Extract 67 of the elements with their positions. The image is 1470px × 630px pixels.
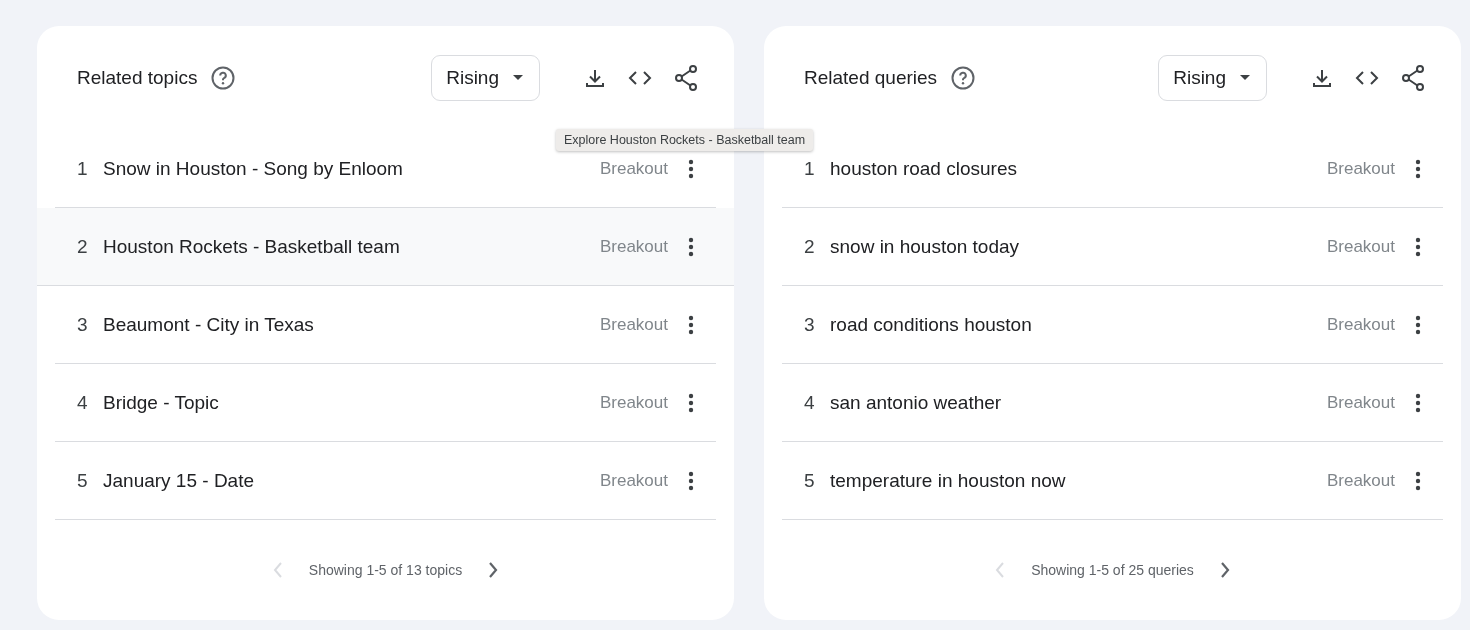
filter-dropdown[interactable]: Rising	[1158, 55, 1267, 101]
panel-title: Related topics	[77, 67, 198, 89]
more-icon[interactable]	[688, 392, 694, 413]
next-page-icon[interactable]	[1219, 562, 1230, 578]
row-label: January 15 - Date	[103, 469, 256, 492]
list-row[interactable]: 3 Beaumont - City in Texas Breakout	[55, 286, 716, 364]
more-icon[interactable]	[1415, 470, 1421, 491]
more-icon[interactable]	[1415, 314, 1421, 335]
caret-icon[interactable]	[1240, 75, 1250, 81]
row-label: road conditions houston	[830, 313, 1033, 336]
more-icon[interactable]	[688, 470, 694, 491]
rank-number: 4	[804, 391, 816, 414]
more-icon[interactable]	[1415, 236, 1421, 257]
list-row[interactable]: 2 snow in houston today Breakout	[782, 208, 1443, 286]
share-icon[interactable]	[1401, 65, 1425, 91]
row-label: temperature in houston now	[830, 469, 1067, 492]
row-label: Beaumont - City in Texas	[103, 313, 315, 336]
breakout-value: Breakout	[1326, 314, 1395, 335]
download-icon[interactable]	[1311, 67, 1333, 89]
breakout-value: Breakout	[1326, 392, 1395, 413]
list-row[interactable]: 4 san antonio weather Breakout	[782, 364, 1443, 442]
rank-number: 5	[804, 469, 816, 492]
breakout-value: Breakout	[599, 236, 668, 257]
share-icon[interactable]	[674, 65, 698, 91]
pagination-text: Showing 1-5 of 25 queries	[1031, 562, 1194, 578]
more-icon[interactable]	[1415, 158, 1421, 179]
breakout-value: Breakout	[599, 314, 668, 335]
rank-number: 5	[77, 469, 89, 492]
breakout-value: Breakout	[1326, 470, 1395, 491]
row-label: Houston Rockets - Basketball team	[103, 235, 401, 258]
filter-dropdown[interactable]: Rising	[431, 55, 540, 101]
rank-number: 1	[77, 157, 89, 180]
embed-code-icon[interactable]	[1355, 70, 1379, 86]
more-icon[interactable]	[688, 236, 694, 257]
list-row[interactable]: 3 road conditions houston Breakout	[782, 286, 1443, 364]
rank-number: 1	[804, 157, 816, 180]
row-label: Bridge - Topic	[103, 391, 220, 414]
download-icon[interactable]	[584, 67, 606, 89]
embed-code-icon[interactable]	[628, 70, 652, 86]
breakout-value: Breakout	[1326, 236, 1395, 257]
list-row[interactable]: 4 Bridge - Topic Breakout	[55, 364, 716, 442]
list-row[interactable]: 2 Houston Rockets - Basketball team Breakout	[37, 208, 734, 286]
breakout-value: Breakout	[1326, 158, 1395, 179]
breakout-value: Breakout	[599, 392, 668, 413]
breakout-value: Breakout	[599, 158, 668, 179]
help-icon[interactable]	[951, 66, 976, 90]
caret-icon[interactable]	[513, 75, 523, 81]
pagination-text: Showing 1-5 of 13 topics	[308, 562, 463, 578]
rank-number: 3	[804, 313, 816, 336]
row-label: houston road closures	[830, 157, 1018, 180]
list-row[interactable]: 5 January 15 - Date Breakout	[55, 442, 716, 520]
more-icon[interactable]	[688, 314, 694, 335]
help-icon[interactable]	[211, 66, 236, 90]
rank-number: 2	[804, 235, 816, 258]
next-page-icon[interactable]	[488, 562, 499, 578]
breakout-value: Breakout	[599, 470, 668, 491]
tooltip: Explore Houston Rockets - Basketball team	[556, 129, 814, 151]
list-row[interactable]: 5 temperature in houston now Breakout	[782, 442, 1443, 520]
rank-number: 2	[77, 235, 89, 258]
row-label: Snow in Houston - Song by Enloom	[103, 157, 404, 180]
panel-title: Related queries	[804, 67, 938, 89]
rank-number: 3	[77, 313, 89, 336]
rank-number: 4	[77, 391, 89, 414]
row-label: snow in houston today	[830, 235, 1021, 258]
more-icon[interactable]	[688, 158, 694, 179]
row-label: san antonio weather	[830, 391, 1003, 414]
more-icon[interactable]	[1415, 392, 1421, 413]
